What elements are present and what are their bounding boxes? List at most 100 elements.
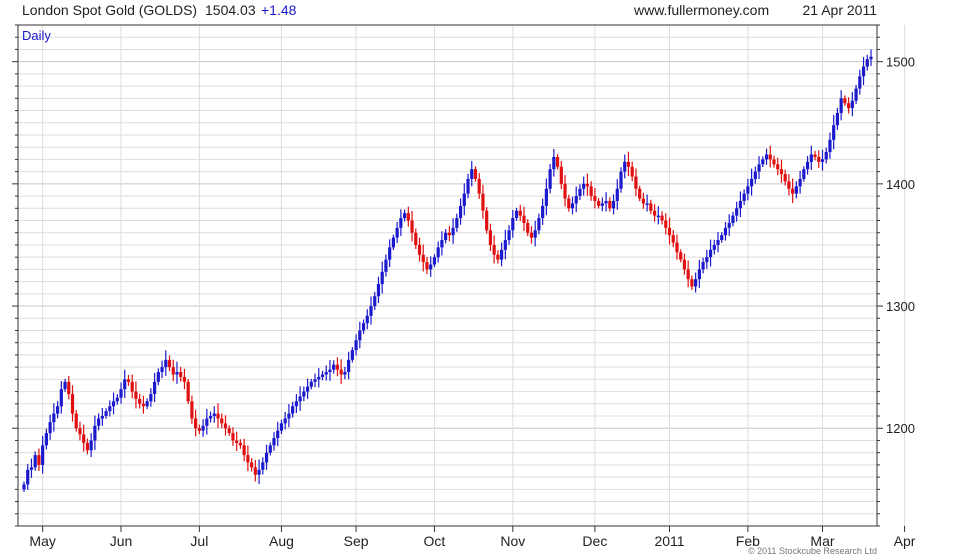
bar-body [850,100,854,109]
ohlc-bar [294,394,298,413]
bar-body [264,452,269,463]
bar-body [735,208,739,216]
ohlc-bar [108,400,112,417]
bar-body [839,98,843,113]
ohlc-bar [611,194,616,215]
bar-body [787,181,791,189]
ohlc-bar [522,206,526,232]
ohlc-bar [813,150,817,161]
ohlc-bar [33,451,37,471]
ohlc-bar [559,160,563,190]
bar-body [70,394,75,414]
ohlc-bar [764,148,769,165]
ohlc-bar [500,242,504,267]
ohlc-bar [720,232,724,243]
bar-body [716,240,720,245]
ohlc-bar [272,432,276,451]
ohlc-bar [37,448,41,471]
ohlc-bar [402,209,407,222]
ohlc-bar [406,206,410,227]
ohlc-bar [305,378,310,399]
bar-body [511,218,515,231]
ohlc-bar [567,194,571,212]
bar-body [563,183,567,199]
bar-body [440,240,444,248]
bar-body [727,222,731,228]
bar-body [358,330,362,341]
bar-body [619,171,623,189]
ohlc-bar [276,421,280,447]
bar-body [145,401,149,407]
bar-body [257,469,261,475]
ohlc-bar [22,481,26,493]
bar-body [156,372,160,382]
ohlc-bar [552,148,556,177]
bar-body [55,406,60,414]
bar-body [63,381,67,390]
bar-body [608,200,612,209]
bar-body [526,222,530,233]
ohlc-bar [59,381,63,414]
ohlc-bar [111,392,116,415]
ohlc-bar [529,226,534,244]
chart-title: London Spot Gold (GOLDS) [22,2,197,18]
ohlc-bar [738,191,743,218]
bar-body [593,196,597,201]
ohlc-bar [761,156,765,167]
bar-body [339,369,343,375]
ohlc-bar [585,173,590,196]
ohlc-bar [126,374,131,386]
ohlc-bar [686,260,690,288]
ohlc-bar [850,91,854,117]
bar-body [675,242,679,253]
bar-body [462,193,466,206]
bar-body [436,247,440,258]
bar-body [649,203,653,211]
ohlc-bar [753,166,757,184]
ohlc-bar [44,428,48,450]
ohlc-bar [358,321,362,349]
bar-body [220,418,224,424]
bar-body [134,391,138,399]
bar-body [776,164,780,170]
bar-body [123,379,127,390]
ohlc-bar [563,175,567,207]
bar-body [261,462,265,470]
ohlc-bar [89,433,93,457]
bar-body [772,159,776,165]
ohlc-bar [570,196,575,215]
ohlc-bar [555,154,560,170]
ohlc-bar [246,445,250,472]
ohlc-bar [787,174,791,196]
bar-body [33,455,37,468]
ohlc-bar [798,170,802,194]
bar-body [694,279,698,287]
ohlc-bar [455,213,459,232]
copyright-note: © 2011 Stockcube Research Ltd [748,546,877,556]
bar-body [89,440,93,451]
ohlc-bar [473,166,478,182]
bar-body [391,237,395,248]
bar-body [522,215,526,223]
ohlc-bar [839,90,843,121]
ohlc-bar [164,350,168,376]
site-link[interactable]: www.fullermoney.com [633,2,769,18]
ohlc-bar [350,347,354,363]
ohlc-bar [410,210,414,242]
ohlc-bar [597,198,601,209]
bar-body [309,381,313,387]
bar-body [828,139,832,153]
ohlc-bar [548,164,552,194]
bar-body [660,215,664,221]
ohlc-bar [600,197,604,212]
ohlc-bar [660,211,664,225]
ohlc-bar [302,386,306,402]
bar-body [447,232,451,236]
ohlc-bar [279,419,284,435]
ohlc-bar [511,210,515,238]
bar-body [817,156,821,162]
ohlc-bar [175,361,179,384]
ohlc-bar [503,229,507,260]
bar-body [82,434,86,443]
bar-body [503,240,507,250]
